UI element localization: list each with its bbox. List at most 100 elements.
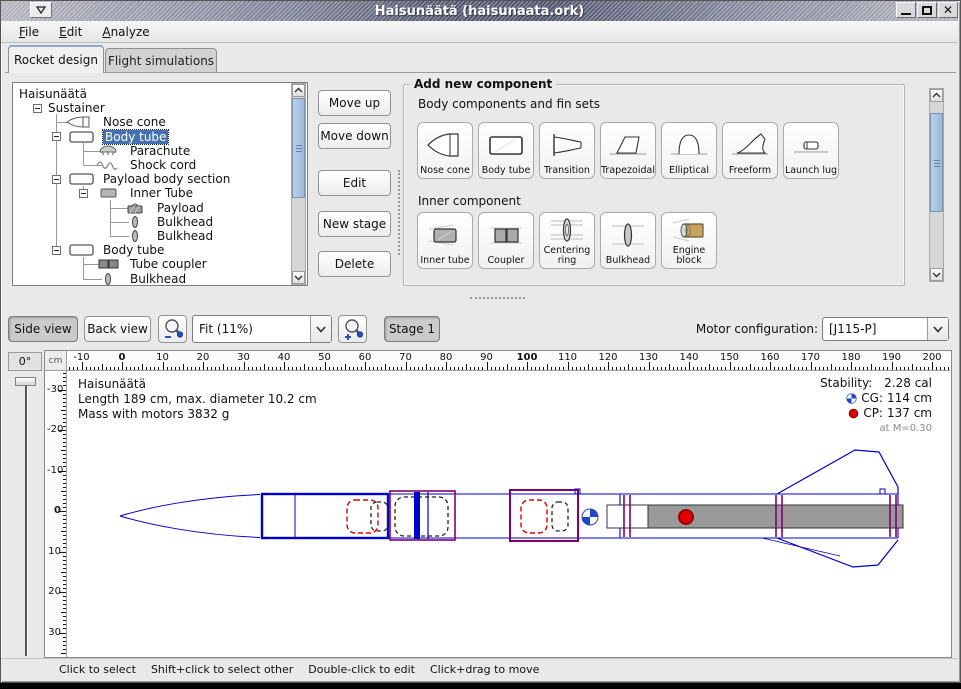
zoom-level-select[interactable]: Fit (11%): [192, 315, 332, 343]
tree-item-body-tube[interactable]: Body tube: [103, 243, 164, 257]
window-menu-icon[interactable]: [30, 2, 52, 18]
add-trapezoidal-button[interactable]: Trapezoidal: [600, 122, 656, 179]
new-stage-button[interactable]: New stage: [318, 211, 391, 237]
add-launch-lug-button[interactable]: Launch lug: [783, 122, 839, 179]
body-tube-icon: [65, 172, 97, 186]
add-coupler-button[interactable]: Coupler: [478, 212, 534, 269]
tree-item-payload-body-section[interactable]: Payload body section: [103, 172, 230, 186]
component-panel-scrollbar[interactable]: [929, 88, 944, 282]
component-tree[interactable]: HaisunäätäSustainerNose coneBody tubePar…: [12, 82, 308, 286]
title-bar[interactable]: Haisunäätä (haisunaata.ork): [1, 1, 958, 21]
zoom-in-button[interactable]: [338, 315, 367, 343]
tree-row[interactable]: Nose cone: [13, 115, 307, 129]
tree-item-inner-tube[interactable]: Inner Tube: [130, 186, 193, 200]
collapse-icon[interactable]: [52, 175, 61, 184]
rotation-slider-track[interactable]: [25, 378, 28, 656]
tree-row[interactable]: Body tube: [13, 130, 307, 144]
add-bulkhead-button[interactable]: Bulkhead: [600, 212, 656, 269]
component-scrollbar-thumb[interactable]: [930, 113, 943, 212]
tree-item-payload[interactable]: Payload: [157, 201, 204, 215]
tree-scrollbar-thumb[interactable]: [292, 98, 305, 198]
scroll-up-icon[interactable]: [292, 84, 305, 97]
tree-item-bulkhead[interactable]: Bulkhead: [130, 272, 186, 286]
tree-row[interactable]: Shock cord: [13, 158, 307, 172]
add-engine-block-button[interactable]: Engine block: [661, 212, 717, 269]
close-icon[interactable]: ✕: [938, 2, 958, 18]
chevron-down-icon[interactable]: [310, 316, 331, 342]
side-view-button[interactable]: Side view: [8, 316, 78, 342]
tree-item-body-tube[interactable]: Body tube: [103, 130, 168, 144]
scroll-down-icon[interactable]: [930, 268, 943, 281]
tree-item-haisunäätä[interactable]: Haisunäätä: [19, 87, 87, 101]
ruler-tick: [839, 367, 840, 371]
add-nose-cone-button[interactable]: Nose cone: [417, 122, 473, 179]
scroll-down-icon[interactable]: [292, 271, 305, 284]
tree-row[interactable]: Tube coupler: [13, 257, 307, 271]
tree-row[interactable]: Sustainer: [13, 101, 307, 115]
ruler-tick: [61, 653, 66, 654]
add-inner-tube-button[interactable]: Inner tube: [417, 212, 473, 269]
tree-scrollbar[interactable]: [291, 83, 306, 285]
ruler-label: 0: [119, 352, 126, 363]
ruler-tick: [649, 362, 650, 370]
tree-row[interactable]: Inner Tube: [13, 186, 307, 200]
ruler-tick: [63, 547, 66, 548]
tree-row[interactable]: Parachute: [13, 144, 307, 158]
ruler-tick: [333, 367, 334, 371]
tree-item-bulkhead[interactable]: Bulkhead: [157, 229, 213, 243]
ruler-tick: [272, 367, 273, 371]
tree-row[interactable]: Body tube: [13, 243, 307, 257]
add-centering-ring-button[interactable]: Centering ring: [539, 212, 595, 269]
tree-row[interactable]: Haisunäätä: [13, 87, 307, 101]
horizontal-splitter-handle[interactable]: [470, 297, 525, 299]
tree-item-tube-coupler[interactable]: Tube coupler: [130, 257, 207, 271]
move-up-button[interactable]: Move up: [318, 90, 391, 116]
ruler-tick: [63, 604, 66, 605]
ruler-tick: [482, 367, 483, 371]
scroll-up-icon[interactable]: [930, 89, 943, 102]
collapse-icon[interactable]: [79, 189, 88, 198]
tree-row[interactable]: Bulkhead: [13, 272, 307, 286]
edit-button[interactable]: Edit: [318, 170, 391, 196]
tree-row[interactable]: Payload: [13, 201, 307, 215]
add-body-tube-button[interactable]: Body tube: [478, 122, 534, 179]
move-down-button[interactable]: Move down: [318, 123, 391, 149]
back-view-button[interactable]: Back view: [84, 316, 151, 342]
vertical-splitter-handle[interactable]: [398, 170, 400, 255]
ruler-tick: [61, 531, 66, 532]
ruler-tick: [63, 543, 66, 544]
add-transition-button[interactable]: Transition: [539, 122, 595, 179]
stage-1-toggle[interactable]: Stage 1: [384, 316, 440, 342]
tree-row[interactable]: Bulkhead: [13, 215, 307, 229]
tree-item-sustainer[interactable]: Sustainer: [48, 101, 105, 115]
tree-row[interactable]: Payload body section: [13, 172, 307, 186]
collapse-icon[interactable]: [33, 104, 42, 113]
collapse-icon[interactable]: [52, 246, 61, 255]
menu-edit[interactable]: Edit: [49, 23, 92, 41]
tab-flight-simulations[interactable]: Flight simulations: [105, 48, 217, 73]
tree-item-nose-cone[interactable]: Nose cone: [103, 115, 166, 129]
maximize-icon[interactable]: [917, 2, 937, 18]
tab-rocket-design[interactable]: Rocket design: [8, 45, 104, 73]
add-freeform-button[interactable]: Freeform: [722, 122, 778, 179]
ruler-label: 40: [278, 352, 291, 363]
delete-button[interactable]: Delete: [318, 251, 391, 277]
collapse-icon[interactable]: [52, 132, 61, 141]
ruler-tick: [940, 367, 941, 371]
motor-configuration-select[interactable]: [J115-P]: [822, 317, 949, 341]
menu-file[interactable]: File: [9, 23, 49, 41]
rotation-slider-handle[interactable]: [15, 377, 36, 386]
add-elliptical-button[interactable]: Elliptical: [661, 122, 717, 179]
tree-row[interactable]: Bulkhead: [13, 229, 307, 243]
tree-item-parachute[interactable]: Parachute: [130, 144, 190, 158]
component-label: Bulkhead: [606, 256, 650, 266]
menu-analyze[interactable]: Analyze: [92, 23, 159, 41]
tree-item-shock-cord[interactable]: Shock cord: [130, 158, 196, 172]
rocket-canvas[interactable]: Haisunäätä Length 189 cm, max. diameter …: [67, 371, 950, 657]
ruler-tick: [63, 556, 66, 557]
tree-item-bulkhead[interactable]: Bulkhead: [157, 215, 213, 229]
minimize-icon[interactable]: [896, 2, 916, 18]
ruler-tick: [466, 364, 467, 370]
chevron-down-icon[interactable]: [927, 318, 948, 340]
zoom-out-button[interactable]: [158, 315, 187, 343]
